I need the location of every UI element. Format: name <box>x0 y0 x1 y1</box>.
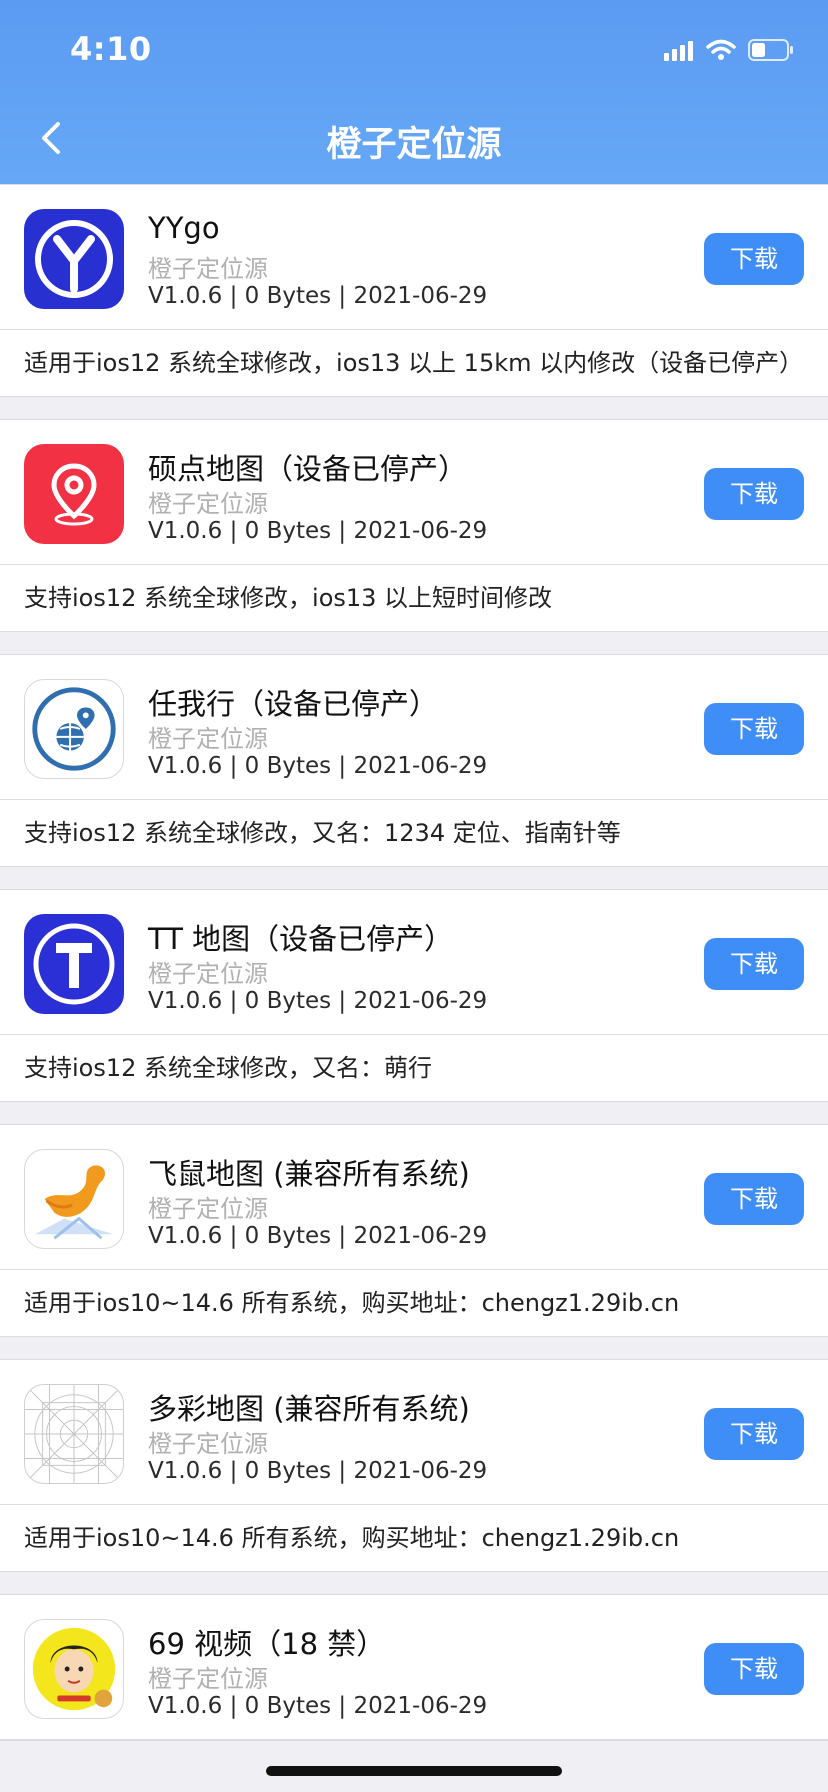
app-name: TT 地图（设备已停产） <box>148 922 454 956</box>
download-button[interactable]: 下载 <box>704 938 804 990</box>
placeholder-grid-icon <box>24 1384 124 1484</box>
app-card-main[interactable]: 多彩地图 (兼容所有系统) 橙子定位源 V1.0.6 | 0 Bytes | 2… <box>0 1360 828 1505</box>
download-button[interactable]: 下载 <box>704 233 804 285</box>
app-source: 橙子定位源 <box>148 725 268 753</box>
app-source: 橙子定位源 <box>148 1665 268 1693</box>
download-button[interactable]: 下载 <box>704 703 804 755</box>
app-meta: V1.0.6 | 0 Bytes | 2021-06-29 <box>148 518 488 544</box>
app-card-main[interactable]: 任我行（设备已停产） 橙子定位源 V1.0.6 | 0 Bytes | 2021… <box>0 655 828 800</box>
app-meta: V1.0.6 | 0 Bytes | 2021-06-29 <box>148 1458 488 1484</box>
app-source: 橙子定位源 <box>148 1430 268 1458</box>
app-list: YYgo 橙子定位源 V1.0.6 | 0 Bytes | 2021-06-29… <box>0 184 828 1763</box>
app-card-main[interactable]: 飞鼠地图 (兼容所有系统) 橙子定位源 V1.0.6 | 0 Bytes | 2… <box>0 1125 828 1270</box>
app-name: 任我行（设备已停产） <box>148 687 439 721</box>
app-source: 橙子定位源 <box>148 960 268 988</box>
app-source: 橙子定位源 <box>148 1195 268 1223</box>
app-name: YYgo <box>148 211 220 245</box>
app-description: 适用于ios12 系统全球修改，ios13 以上 15km 以内修改（设备已停产… <box>24 349 804 377</box>
app-description: 适用于ios10~14.6 所有系统，购买地址：chengz1.29ib.cn <box>24 1524 680 1552</box>
app-meta: V1.0.6 | 0 Bytes | 2021-06-29 <box>148 753 488 779</box>
app-source: 橙子定位源 <box>148 255 268 283</box>
app-meta: V1.0.6 | 0 Bytes | 2021-06-29 <box>148 988 488 1014</box>
app-card: YYgo 橙子定位源 V1.0.6 | 0 Bytes | 2021-06-29… <box>0 184 828 397</box>
app-card-main[interactable]: TT 地图（设备已停产） 橙子定位源 V1.0.6 | 0 Bytes | 20… <box>0 890 828 1035</box>
app-name: 多彩地图 (兼容所有系统) <box>148 1392 470 1426</box>
app-name: 飞鼠地图 (兼容所有系统) <box>148 1157 470 1191</box>
app-description: 支持ios12 系统全球修改，又名：1234 定位、指南针等 <box>24 819 621 847</box>
download-button[interactable]: 下载 <box>704 1173 804 1225</box>
app-meta: V1.0.6 | 0 Bytes | 2021-06-29 <box>148 1223 488 1249</box>
download-button[interactable]: 下载 <box>704 1408 804 1460</box>
app-card-main[interactable]: 69 视频（18 禁） 橙子定位源 V1.0.6 | 0 Bytes | 202… <box>0 1595 828 1740</box>
wifi-icon <box>706 39 736 60</box>
app-card: 飞鼠地图 (兼容所有系统) 橙子定位源 V1.0.6 | 0 Bytes | 2… <box>0 1124 828 1337</box>
download-button[interactable]: 下载 <box>704 1643 804 1695</box>
globe-pin-icon <box>24 679 124 779</box>
top-bar: 4:10 橙子定位源 <box>0 0 828 184</box>
cartoon-face-icon <box>24 1619 124 1719</box>
app-card: 硕点地图（设备已停产） 橙子定位源 V1.0.6 | 0 Bytes | 202… <box>0 419 828 632</box>
app-description: 支持ios12 系统全球修改，ios13 以上短时间修改 <box>24 584 553 612</box>
location-pin-icon <box>24 444 124 544</box>
app-card: TT 地图（设备已停产） 橙子定位源 V1.0.6 | 0 Bytes | 20… <box>0 889 828 1102</box>
home-indicator <box>266 1766 562 1776</box>
app-card: 多彩地图 (兼容所有系统) 橙子定位源 V1.0.6 | 0 Bytes | 2… <box>0 1359 828 1572</box>
status-icons <box>664 36 794 64</box>
app-description: 支持ios12 系统全球修改，又名：萌行 <box>24 1054 433 1082</box>
page-title: 橙子定位源 <box>326 125 502 165</box>
app-source: 橙子定位源 <box>148 490 268 518</box>
app-name: 69 视频（18 禁） <box>148 1627 386 1661</box>
app-meta: V1.0.6 | 0 Bytes | 2021-06-29 <box>148 1693 488 1719</box>
flying-squirrel-icon <box>24 1149 124 1249</box>
battery-icon <box>748 39 793 61</box>
download-button[interactable]: 下载 <box>704 468 804 520</box>
yygo-icon <box>24 209 124 309</box>
status-time: 4:10 <box>70 30 152 68</box>
app-name: 硕点地图（设备已停产） <box>148 452 468 486</box>
app-card-main[interactable]: YYgo 橙子定位源 V1.0.6 | 0 Bytes | 2021-06-29… <box>0 185 828 330</box>
app-card: 任我行（设备已停产） 橙子定位源 V1.0.6 | 0 Bytes | 2021… <box>0 654 828 867</box>
signal-icon <box>664 41 693 61</box>
app-description: 适用于ios10~14.6 所有系统，购买地址：chengz1.29ib.cn <box>24 1289 680 1317</box>
app-card: 69 视频（18 禁） 橙子定位源 V1.0.6 | 0 Bytes | 202… <box>0 1594 828 1741</box>
app-card-main[interactable]: 硕点地图（设备已停产） 橙子定位源 V1.0.6 | 0 Bytes | 202… <box>0 420 828 565</box>
app-meta: V1.0.6 | 0 Bytes | 2021-06-29 <box>148 283 488 309</box>
tt-icon <box>24 914 124 1014</box>
